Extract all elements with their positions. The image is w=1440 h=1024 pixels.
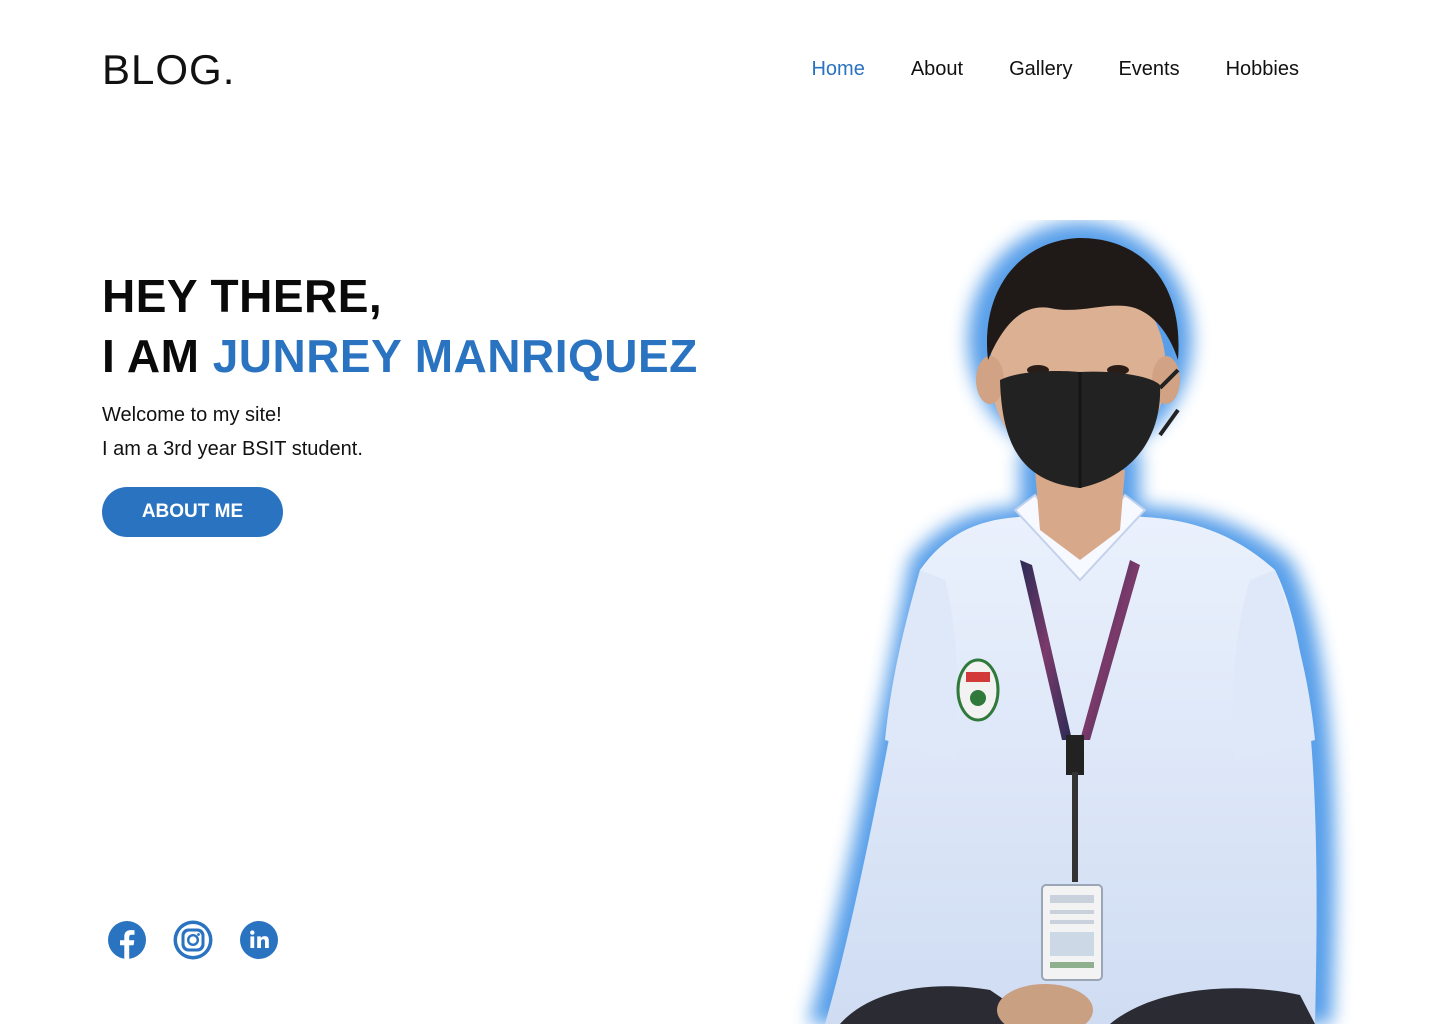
social-links: [106, 919, 280, 961]
landing-page: BLOG. Home About Gallery Events Hobbies …: [0, 0, 1440, 1024]
hero-greeting: HEY THERE,: [102, 270, 383, 322]
main-nav: Home About Gallery Events Hobbies: [811, 58, 1299, 81]
description-text: I am a 3rd year BSIT student.: [102, 438, 363, 460]
nav-item-about[interactable]: About: [911, 58, 963, 81]
instagram-icon[interactable]: [172, 919, 214, 961]
profile-photo: [808, 222, 1336, 1024]
hero-heading: HEY THERE, I AM JUNREY MANRIQUEZ: [102, 266, 698, 386]
hero-prefix: I AM: [102, 330, 200, 382]
hero-name: JUNREY MANRIQUEZ: [212, 330, 698, 382]
nav-item-gallery[interactable]: Gallery: [1009, 58, 1072, 81]
welcome-text: Welcome to my site!: [102, 404, 282, 426]
intro-text: Welcome to my site! I am a 3rd year BSIT…: [102, 398, 363, 466]
about-me-button[interactable]: ABOUT ME: [102, 487, 283, 537]
nav-item-hobbies[interactable]: Hobbies: [1226, 58, 1299, 81]
site-logo[interactable]: BLOG.: [102, 46, 235, 94]
linkedin-icon[interactable]: [238, 919, 280, 961]
facebook-icon[interactable]: [106, 919, 148, 961]
nav-item-home[interactable]: Home: [811, 58, 864, 81]
nav-item-events[interactable]: Events: [1118, 58, 1179, 81]
